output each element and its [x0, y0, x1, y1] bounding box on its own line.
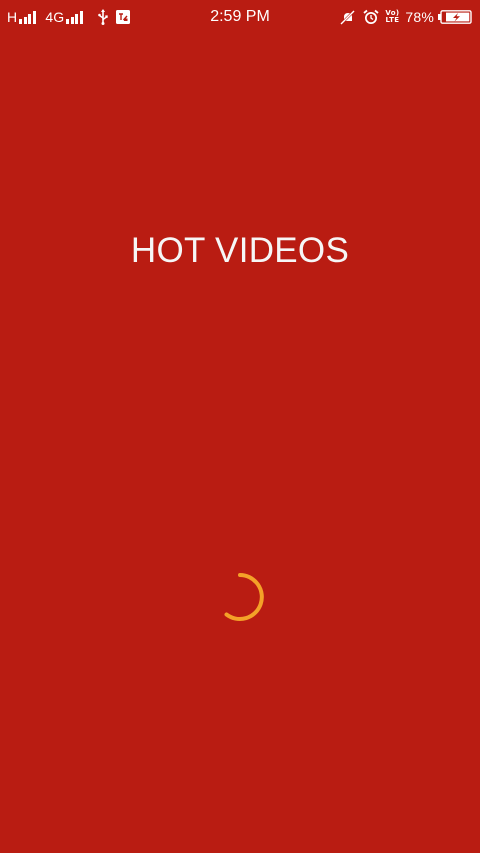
app-title: HOT VIDEOS — [130, 231, 350, 270]
alarm-icon — [363, 9, 379, 25]
status-bar: H 4G 2:59 PM Vo) LTE 78% — [0, 0, 480, 34]
battery-charging-icon — [438, 10, 472, 24]
status-bar-right: Vo) LTE 78% — [340, 6, 472, 28]
volte-icon: Vo) LTE — [385, 10, 399, 24]
volte-line2: LTE — [385, 16, 400, 24]
battery-percent: 78% — [405, 9, 434, 25]
mute-icon — [340, 9, 356, 25]
loading-spinner-icon — [212, 569, 268, 625]
